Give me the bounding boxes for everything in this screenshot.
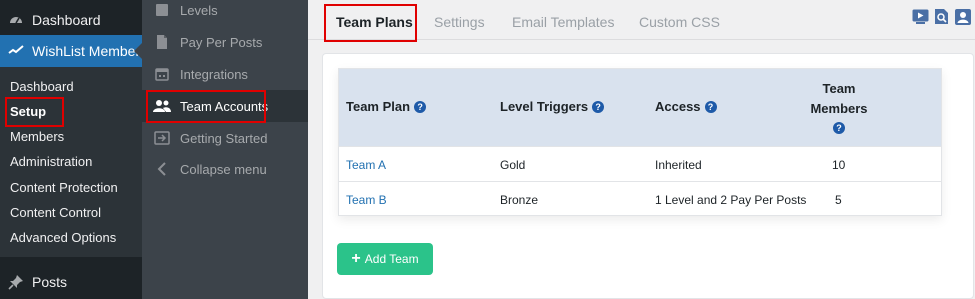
header-icon-group [912,8,971,25]
header-level-triggers-label: Level Triggers [500,99,589,114]
team-plans-table: Team Plan ? Level Triggers ? Access ? Te… [338,68,942,216]
wp-menu-posts-label: Posts [32,274,68,290]
wishlist-submenu: Dashboard Setup Members Administration C… [0,67,142,257]
header-team-members: Team Members ? [789,79,889,134]
menu-getting-started[interactable]: Getting Started [142,122,308,154]
add-team-button[interactable]: + Add Team [337,243,433,275]
team-plans-tab-highlight-box [324,4,417,42]
help-icon[interactable]: ? [592,100,605,113]
team-members-cell: 5 [835,193,842,207]
menu-pay-per-posts-label: Pay Per Posts [180,34,263,50]
pay-per-posts-icon [153,33,171,51]
menu-collapse-label: Collapse menu [180,161,267,177]
menu-collapse[interactable]: Collapse menu [142,153,308,185]
menu-pay-per-posts[interactable]: Pay Per Posts [142,26,308,58]
help-icon[interactable]: ? [704,100,717,113]
submenu-dashboard[interactable]: Dashboard [10,79,74,94]
tab-email-templates[interactable]: Email Templates [512,14,614,30]
team-members-cell: 10 [832,158,846,172]
wp-admin-sidebar: Dashboard WishList Member Dashboard Setu… [0,0,142,299]
team-plan-link[interactable]: Team A [346,158,386,172]
add-team-label: Add Team [364,252,419,266]
access-cell: Inherited [655,158,702,172]
level-trigger-cell: Bronze [500,193,539,207]
wp-menu-wishlist-label: WishList Member [32,43,141,59]
tab-settings[interactable]: Settings [434,14,485,30]
header-team-plan: Team Plan ? [346,99,427,114]
access-cell: 1 Level and 2 Pay Per Posts [655,193,807,207]
menu-levels[interactable]: Levels [142,0,308,26]
help-icon[interactable]: ? [833,122,845,134]
level-trigger-cell: Gold [500,158,526,172]
header-access: Access ? [655,99,717,114]
setup-highlight-box [5,97,64,127]
dashboard-icon [8,12,24,28]
menu-integrations[interactable]: Integrations [142,58,308,90]
team-plan-link[interactable]: Team B [346,193,387,207]
tab-custom-css[interactable]: Custom CSS [639,14,720,30]
header-team-members-label-2: Members [810,101,868,116]
plus-icon: + [351,250,361,267]
submenu-members[interactable]: Members [10,129,64,144]
submenu-administration[interactable]: Administration [10,154,92,169]
submenu-content-control[interactable]: Content Control [10,205,101,220]
wishlist-icon [8,43,24,59]
user-icon[interactable] [954,8,971,25]
wp-menu-dashboard[interactable]: Dashboard [0,4,142,36]
table-row: Team B Bronze 1 Level and 2 Pay Per Post… [339,181,941,216]
wp-menu-wishlist-member[interactable]: WishList Member [0,35,142,67]
header-team-plan-label: Team Plan [346,99,411,114]
video-icon[interactable] [912,8,929,25]
levels-icon [153,1,171,19]
submenu-content-protection[interactable]: Content Protection [10,180,118,195]
wp-menu-posts[interactable]: Posts [0,266,142,298]
plugin-secondary-menu: Levels Pay Per Posts Integrations Team A… [142,0,308,299]
main-content: Team Plans Settings Email Templates Cust… [308,0,975,299]
collapse-icon [153,160,171,178]
search-doc-icon[interactable] [933,8,950,25]
team-accounts-highlight-box [146,90,266,123]
menu-integrations-label: Integrations [180,66,248,82]
header-team-members-label-1: Team [822,81,856,96]
submenu-advanced-options[interactable]: Advanced Options [10,230,116,245]
menu-levels-label: Levels [180,2,218,18]
help-icon[interactable]: ? [414,100,427,113]
wp-menu-dashboard-label: Dashboard [32,12,101,28]
team-plans-panel: Team Plan ? Level Triggers ? Access ? Te… [322,53,974,299]
table-header: Team Plan ? Level Triggers ? Access ? Te… [339,69,941,146]
table-row: Team A Gold Inherited 10 [339,146,941,181]
header-access-label: Access [655,99,701,114]
integrations-icon [153,65,171,83]
menu-getting-started-label: Getting Started [180,130,268,146]
header-level-triggers: Level Triggers ? [500,99,605,114]
getting-started-icon [153,129,171,147]
pin-icon [8,274,24,290]
